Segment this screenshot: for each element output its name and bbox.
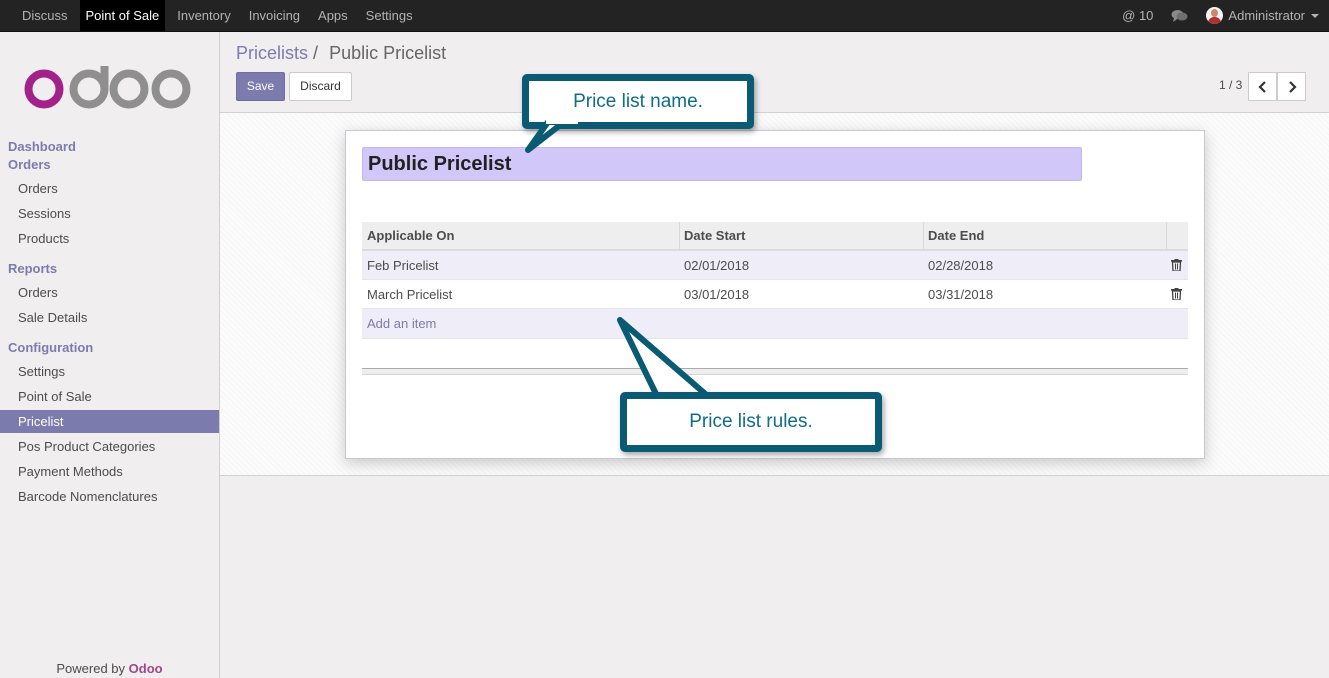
- column-date-end[interactable]: Date End: [923, 222, 984, 251]
- callout-price-list-name: Price list name.: [522, 74, 754, 129]
- cell-date-start: 03/01/2018: [684, 287, 750, 302]
- trash-icon[interactable]: [1171, 259, 1182, 271]
- cell-applicable-on: March Pricelist: [367, 287, 453, 302]
- sidebar-group-dashboard[interactable]: Dashboard: [8, 139, 76, 154]
- sidebar: Dashboard Orders Orders Sessions Product…: [0, 32, 220, 678]
- chat-icon: [1171, 9, 1188, 22]
- add-item-link[interactable]: Add an item: [362, 309, 436, 338]
- sidebar-group-reports: Reports: [8, 261, 58, 276]
- sidebar-item-payment-methods[interactable]: Payment Methods: [18, 464, 123, 479]
- menu-inventory[interactable]: Inventory: [171, 0, 236, 31]
- table-header: Applicable On Date Start Date End: [362, 222, 1188, 251]
- app-menu: Discuss Point of Sale Inventory Invoicin…: [16, 0, 425, 31]
- user-menu[interactable]: Administrator: [1206, 7, 1319, 24]
- user-name: Administrator: [1228, 8, 1305, 23]
- odoo-logo: [24, 66, 191, 109]
- chevron-down-icon: [1311, 13, 1319, 18]
- discard-button[interactable]: Discard: [289, 72, 352, 101]
- callout-price-list-rules: Price list rules.: [620, 392, 882, 452]
- table-row[interactable]: March Pricelist 03/01/2018 03/31/2018: [362, 280, 1188, 309]
- pricelist-name-input[interactable]: Public Pricelist: [362, 147, 1082, 181]
- sidebar-item-pos-product-categories[interactable]: Pos Product Categories: [18, 439, 155, 454]
- menu-settings[interactable]: Settings: [360, 0, 419, 31]
- sidebar-group-orders: Orders: [8, 157, 51, 172]
- powered-by: Powered by Odoo: [0, 661, 219, 676]
- callout-price-list-rules-text: Price list rules.: [689, 411, 813, 432]
- breadcrumb: Pricelists / Public Pricelist: [236, 43, 446, 64]
- sidebar-item-pricelist[interactable]: Pricelist: [0, 410, 219, 433]
- chevron-right-icon: [1288, 81, 1297, 93]
- cell-applicable-on: Feb Pricelist: [367, 258, 439, 273]
- powered-by-label: Powered by: [56, 661, 126, 676]
- callout-price-list-name-text: Price list name.: [573, 90, 703, 112]
- column-date-start[interactable]: Date Start: [679, 222, 745, 251]
- breadcrumb-separator: /: [313, 43, 319, 63]
- save-button[interactable]: Save: [236, 72, 285, 101]
- pager-value[interactable]: 1 / 3: [1219, 78, 1242, 92]
- sidebar-item-products[interactable]: Products: [18, 231, 69, 246]
- sidebar-item-sessions[interactable]: Sessions: [18, 206, 71, 221]
- trash-icon[interactable]: [1171, 288, 1182, 300]
- menu-invoicing[interactable]: Invoicing: [243, 0, 306, 31]
- menu-apps[interactable]: Apps: [312, 0, 354, 31]
- sidebar-item-settings[interactable]: Settings: [18, 364, 65, 379]
- chat-button[interactable]: [1171, 9, 1188, 23]
- powered-by-link[interactable]: Odoo: [129, 661, 163, 676]
- chevron-left-icon: [1257, 81, 1266, 93]
- cell-date-end: 02/28/2018: [928, 258, 994, 273]
- top-navbar: Discuss Point of Sale Inventory Invoicin…: [0, 0, 1329, 32]
- mentions-count: @ 10: [1122, 8, 1154, 23]
- pager-previous-button[interactable]: [1248, 72, 1277, 101]
- sidebar-item-sale-details[interactable]: Sale Details: [18, 310, 87, 325]
- sidebar-item-barcode-nomenclatures[interactable]: Barcode Nomenclatures: [18, 489, 157, 504]
- breadcrumb-current: Public Pricelist: [329, 43, 447, 63]
- cell-date-start: 02/01/2018: [684, 258, 750, 273]
- avatar: [1206, 7, 1224, 24]
- table-row[interactable]: Feb Pricelist 02/01/2018 02/28/2018: [362, 251, 1188, 280]
- sidebar-item-point-of-sale[interactable]: Point of Sale: [18, 389, 92, 404]
- systray: @ 10 Administrator: [1104, 0, 1319, 31]
- sidebar-group-configuration: Configuration: [8, 340, 94, 355]
- column-applicable-on[interactable]: Applicable On: [362, 222, 454, 251]
- add-item-row: Add an item: [362, 309, 1188, 339]
- menu-discuss[interactable]: Discuss: [16, 0, 74, 31]
- sidebar-item-orders[interactable]: Orders: [18, 181, 58, 196]
- cell-date-end: 03/31/2018: [928, 287, 994, 302]
- menu-point-of-sale[interactable]: Point of Sale: [79, 0, 166, 31]
- table-footer: [362, 368, 1188, 375]
- breadcrumb-pricelists-link[interactable]: Pricelists: [236, 43, 308, 63]
- pricelist-rules-table: Applicable On Date Start Date End Feb Pr…: [362, 222, 1188, 339]
- pager-next-button[interactable]: [1277, 72, 1306, 101]
- mentions-button[interactable]: @ 10: [1122, 8, 1153, 23]
- sidebar-item-report-orders[interactable]: Orders: [18, 285, 58, 300]
